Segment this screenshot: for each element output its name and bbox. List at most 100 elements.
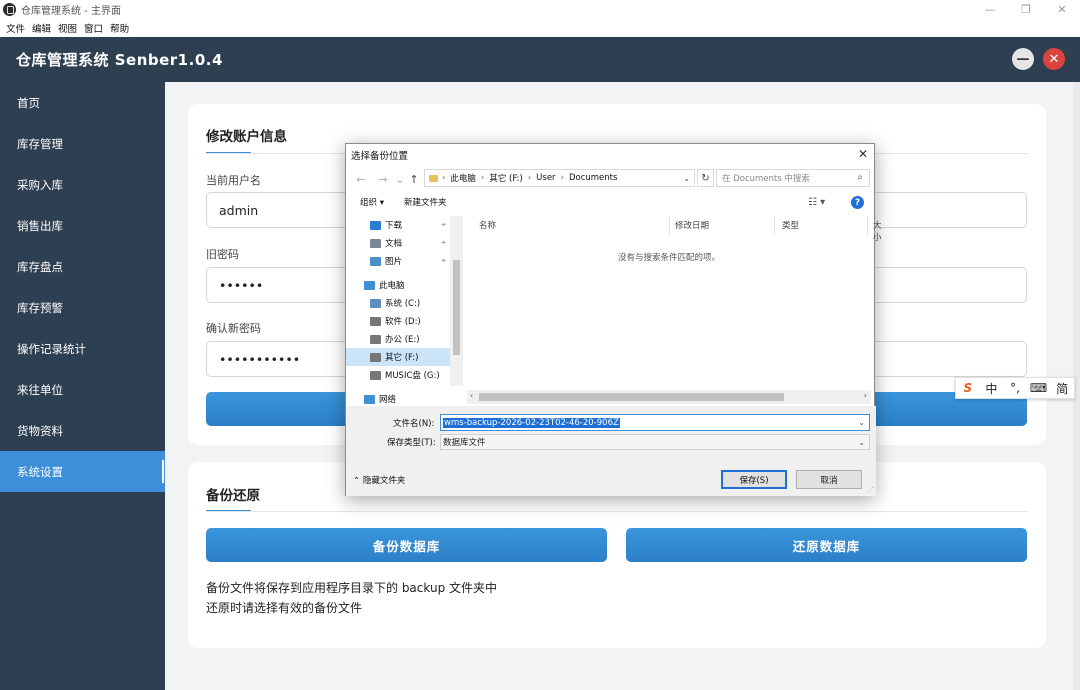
cancel-button[interactable]: 取消 <box>796 470 862 489</box>
pin-icon[interactable]: ⌖ <box>441 256 446 266</box>
backup-database-button[interactable]: 备份数据库 <box>206 528 607 562</box>
username-label: 当前用户名 <box>206 174 261 187</box>
sidebar-item-inventory[interactable]: 库存管理 <box>0 123 165 164</box>
nav-item[interactable]: 图片 ⌖ <box>346 252 450 270</box>
scroll-right-icon[interactable]: › <box>864 391 867 400</box>
path-separator: › <box>560 173 564 183</box>
navigation-pane: 下载 ⌖ 文档 ⌖ 图片 ⌖ 此电脑 系统 (C:) 软件 (D:) 办公 (E:) 其它 (F:)… <box>346 216 463 406</box>
scroll-left-icon[interactable]: ‹ <box>470 391 473 400</box>
view-options-icon[interactable]: ☷ ▾ <box>808 197 825 208</box>
column-header-type[interactable]: 类型 <box>782 219 799 231</box>
chevron-down-icon[interactable]: ⌄ <box>683 174 690 183</box>
search-input[interactable]: 在 Documents 中搜索 ⌕ <box>716 169 870 187</box>
minimize-window-button[interactable]: — <box>972 0 1008 19</box>
file-list-hscrollbar[interactable]: ‹ › <box>467 390 871 404</box>
sidebar-item-label: 采购入库 <box>17 177 63 192</box>
filetype-value: 数据库文件 <box>443 438 486 448</box>
menu-view[interactable]: 视图 <box>58 21 77 35</box>
app-close-button[interactable]: ✕ <box>1043 48 1065 70</box>
up-arrow-icon[interactable]: ↑ <box>406 173 422 186</box>
nav-item-label: 图片 <box>385 257 403 267</box>
sidebar-item-sales-out[interactable]: 销售出库 <box>0 205 165 246</box>
nav-item[interactable]: 软件 (D:) <box>346 312 450 330</box>
pictures-icon <box>370 256 381 266</box>
nav-item[interactable]: 下载 ⌖ <box>346 216 450 234</box>
nav-item[interactable]: 系统 (C:) <box>346 294 450 312</box>
sidebar-item-operation-stats[interactable]: 操作记录统计 <box>0 328 165 369</box>
account-card-title: 修改账户信息 <box>206 129 287 145</box>
app-minimize-button[interactable]: — <box>1012 48 1034 70</box>
ime-logo-icon[interactable]: S <box>956 381 980 395</box>
file-list-pane: 名称 修改日期 类型 大小 没有与搜索条件匹配的项。 <box>467 216 882 390</box>
save-dialog: 选择备份位置 ✕ ← → ⌄ ↑ › 此电脑 › 其它 (F:) › User … <box>345 143 882 496</box>
refresh-icon[interactable]: ↻ <box>697 169 714 187</box>
nav-item[interactable]: 文档 ⌖ <box>346 234 450 252</box>
address-bar[interactable]: › 此电脑 › 其它 (F:) › User › Documents ⌄ <box>424 169 695 187</box>
hscroll-thumb[interactable] <box>479 393 784 401</box>
maximize-window-button[interactable]: ❐ <box>1008 0 1044 19</box>
app-title: 仓库管理系统 Senber1.0.4 <box>16 51 223 69</box>
resize-grip-icon[interactable]: ⋰ <box>867 486 874 494</box>
filename-label: 文件名(N): <box>393 419 435 429</box>
pin-icon[interactable]: ⌖ <box>441 238 446 248</box>
chevron-down-icon[interactable]: ⌄ <box>858 418 865 427</box>
sidebar-item-stock-alert[interactable]: 库存预警 <box>0 287 165 328</box>
empty-message: 没有与搜索条件匹配的项。 <box>617 253 720 263</box>
menu-edit[interactable]: 编辑 <box>32 21 51 35</box>
breadcrumb-drive-f[interactable]: 其它 (F:) <box>489 172 522 184</box>
help-icon[interactable]: ? <box>851 196 864 209</box>
nav-item[interactable]: 此电脑 <box>346 276 450 294</box>
ime-language-toggle[interactable]: 中 <box>980 380 1004 397</box>
breadcrumb-this-pc[interactable]: 此电脑 <box>450 172 476 184</box>
breadcrumb-user[interactable]: User <box>536 173 555 183</box>
sidebar-item-purchase-in[interactable]: 采购入库 <box>0 164 165 205</box>
organize-button[interactable]: 组织 ▾ <box>360 196 384 208</box>
restore-note: 还原时请选择有效的备份文件 <box>206 601 363 615</box>
restore-database-button[interactable]: 还原数据库 <box>626 528 1027 562</box>
ime-punctuation-toggle[interactable]: °, <box>1003 381 1027 395</box>
dialog-nav-row: ← → ⌄ ↑ › 此电脑 › 其它 (F:) › User › Documen… <box>346 169 876 189</box>
column-header-modified[interactable]: 修改日期 <box>675 219 709 231</box>
nav-item[interactable]: MUSIC盘 (G:) <box>346 366 450 384</box>
nav-item-label: 下载 <box>385 221 403 231</box>
recent-locations-icon[interactable]: ⌄ <box>394 173 406 186</box>
nav-scroll-thumb[interactable] <box>453 260 460 355</box>
column-header-size[interactable]: 大小 <box>873 219 882 243</box>
window-controls: — ❐ ✕ <box>972 0 1080 19</box>
sidebar-item-stocktake[interactable]: 库存盘点 <box>0 246 165 287</box>
column-header-name[interactable]: 名称 <box>479 219 496 231</box>
filename-input[interactable]: wms-backup-2026-02-23T02-46-20-906Z ⌄ <box>440 414 870 431</box>
sidebar-item-partners[interactable]: 来往单位 <box>0 369 165 410</box>
nav-item-label: 其它 (F:) <box>385 353 419 363</box>
nav-item-label: 网络 <box>379 395 397 405</box>
ime-toolbar: S 中 °, ⌨ 简 <box>955 377 1075 399</box>
sidebar-item-home[interactable]: 首页 <box>0 82 165 123</box>
sidebar-item-settings[interactable]: 系统设置 <box>0 451 165 492</box>
ime-simplified-toggle[interactable]: 简 <box>1050 380 1074 397</box>
filetype-select[interactable]: 数据库文件 ⌄ <box>440 434 870 450</box>
drive-icon <box>370 352 381 362</box>
menu-file[interactable]: 文件 <box>6 21 25 35</box>
ime-keyboard-icon[interactable]: ⌨ <box>1027 381 1051 395</box>
back-arrow-icon[interactable]: ← <box>350 173 372 186</box>
forward-arrow-icon[interactable]: → <box>372 173 394 186</box>
menu-window[interactable]: 窗口 <box>84 21 103 35</box>
sidebar-item-goods[interactable]: 货物资料 <box>0 410 165 451</box>
app-icon <box>3 3 16 16</box>
breadcrumb-documents[interactable]: Documents <box>569 173 617 183</box>
menu-help[interactable]: 帮助 <box>110 21 129 35</box>
save-button[interactable]: 保存(S) <box>721 470 787 489</box>
sidebar-item-label: 操作记录统计 <box>17 341 86 356</box>
drive-icon <box>370 370 381 380</box>
nav-item[interactable]: 办公 (E:) <box>346 330 450 348</box>
dialog-close-icon[interactable]: ✕ <box>858 147 868 161</box>
nav-scrollbar[interactable] <box>450 216 463 386</box>
pin-icon[interactable]: ⌖ <box>441 220 446 230</box>
nav-item[interactable]: 其它 (F:) <box>346 348 450 366</box>
dialog-title: 选择备份位置 <box>351 151 409 162</box>
close-window-button[interactable]: ✕ <box>1044 0 1080 19</box>
new-folder-button[interactable]: 新建文件夹 <box>404 196 447 208</box>
nav-item[interactable]: 网络 <box>346 390 450 406</box>
dialog-form-area: 文件名(N): wms-backup-2026-02-23T02-46-20-9… <box>346 406 876 496</box>
hide-folders-toggle[interactable]: ⌃ 隐藏文件夹 <box>353 474 405 486</box>
